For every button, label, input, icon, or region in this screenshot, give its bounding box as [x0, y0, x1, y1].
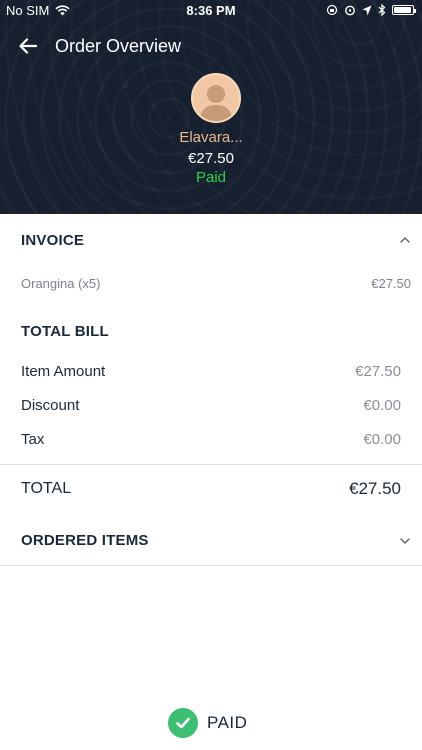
bluetooth-icon — [378, 4, 386, 16]
total-value: €27.50 — [349, 479, 401, 498]
tax-value: €0.00 — [363, 431, 401, 448]
divider — [0, 464, 422, 465]
chevron-up-icon[interactable] — [399, 234, 411, 246]
tax-label: Tax — [21, 431, 45, 448]
chevron-down-icon[interactable] — [399, 535, 411, 547]
item-amount-value: €27.50 — [355, 363, 401, 380]
user-icon — [199, 85, 233, 121]
avatar — [191, 73, 241, 123]
ordered-items-title[interactable]: ORDERED ITEMS — [21, 532, 149, 549]
alarm-icon — [345, 5, 355, 16]
item-amount-label: Item Amount — [21, 363, 106, 380]
arrow-left-icon — [19, 38, 38, 54]
status-right — [326, 4, 416, 16]
check-circle-icon — [168, 708, 198, 738]
location-icon — [362, 5, 372, 15]
paid-indicator: PAID — [168, 708, 247, 738]
invoice-item-name: Orangina (x5) — [21, 276, 101, 291]
discount-value: €0.00 — [363, 397, 401, 414]
customer-name: Elavara... — [179, 129, 243, 146]
order-header: No SIM 8:36 PM Order Overview Elavara...… — [0, 0, 422, 214]
status-bar: No SIM 8:36 PM — [0, 0, 422, 22]
lock-rotation-icon — [326, 4, 338, 16]
invoice-section-title[interactable]: INVOICE — [21, 232, 84, 249]
back-button[interactable] — [14, 33, 42, 59]
battery-icon — [392, 5, 416, 15]
total-bill-title: TOTAL BILL — [21, 323, 109, 340]
page-title: Order Overview — [55, 36, 182, 56]
checkmark-icon — [176, 717, 190, 729]
discount-label: Discount — [21, 397, 80, 414]
divider — [0, 565, 422, 566]
invoice-item-price: €27.50 — [371, 276, 411, 291]
paid-label: PAID — [207, 713, 248, 732]
total-label: TOTAL — [21, 480, 72, 497]
battery-fill — [394, 7, 411, 13]
order-amount: €27.50 — [188, 150, 234, 167]
payment-status: Paid — [195, 169, 227, 186]
